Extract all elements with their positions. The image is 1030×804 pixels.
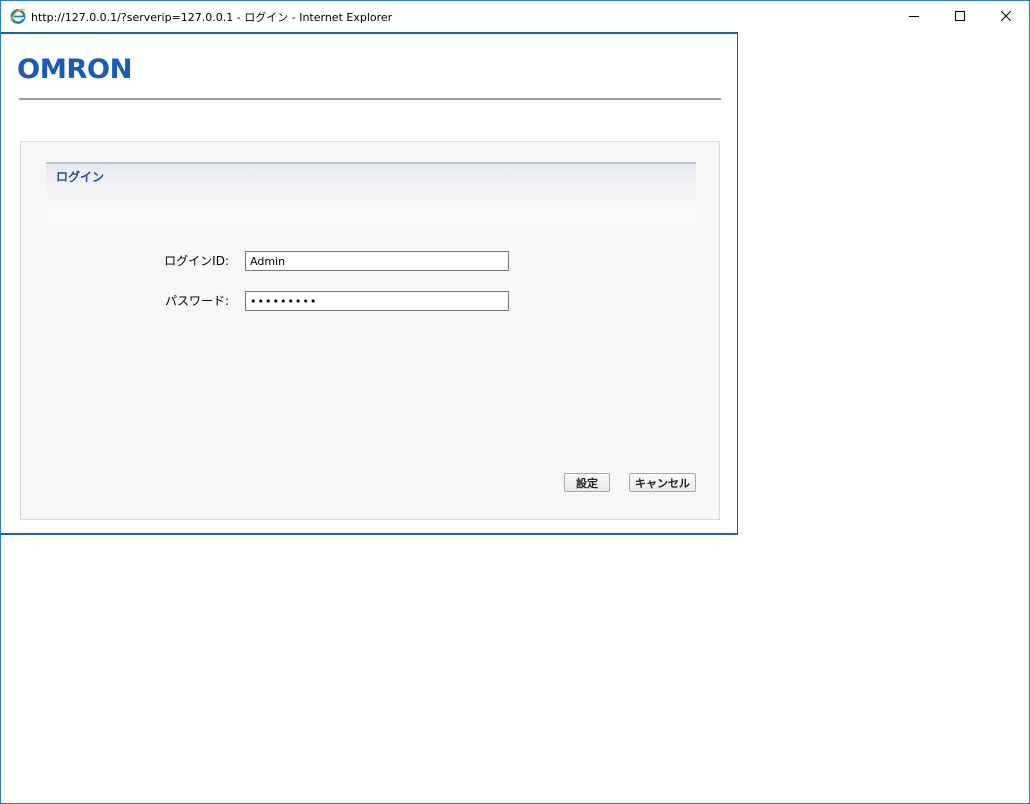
internet-explorer-icon [9, 7, 27, 25]
cancel-button[interactable]: キャンセル [629, 473, 696, 492]
minimize-icon [909, 11, 919, 21]
omron-logo: OMRON [17, 54, 137, 86]
close-button[interactable] [983, 1, 1029, 31]
logo-text: OMRON [17, 54, 132, 82]
title-bar[interactable]: http://127.0.0.1/?serverip=127.0.0.1 - ロ… [1, 1, 1029, 31]
login-panel: ログイン ログインID: パスワード: 設定 キャンセル [20, 141, 720, 520]
password-label: パスワード: [164, 294, 229, 308]
header-divider [19, 98, 721, 100]
window-title: http://127.0.0.1/?serverip=127.0.0.1 - ロ… [31, 11, 393, 24]
page-content: OMRON ログイン ログインID: パスワード: 設定 キャンセル [1, 32, 738, 535]
minimize-button[interactable] [891, 1, 937, 31]
password-input[interactable] [245, 291, 509, 311]
set-button[interactable]: 設定 [564, 473, 610, 492]
section-header: ログイン [46, 162, 696, 222]
close-icon [1001, 11, 1011, 21]
section-title: ログイン [56, 170, 105, 184]
browser-window: http://127.0.0.1/?serverip=127.0.0.1 - ロ… [0, 0, 1030, 804]
maximize-button[interactable] [937, 1, 983, 31]
login-id-label: ログインID: [164, 254, 229, 268]
maximize-icon [955, 11, 965, 21]
login-id-input[interactable] [245, 251, 509, 271]
